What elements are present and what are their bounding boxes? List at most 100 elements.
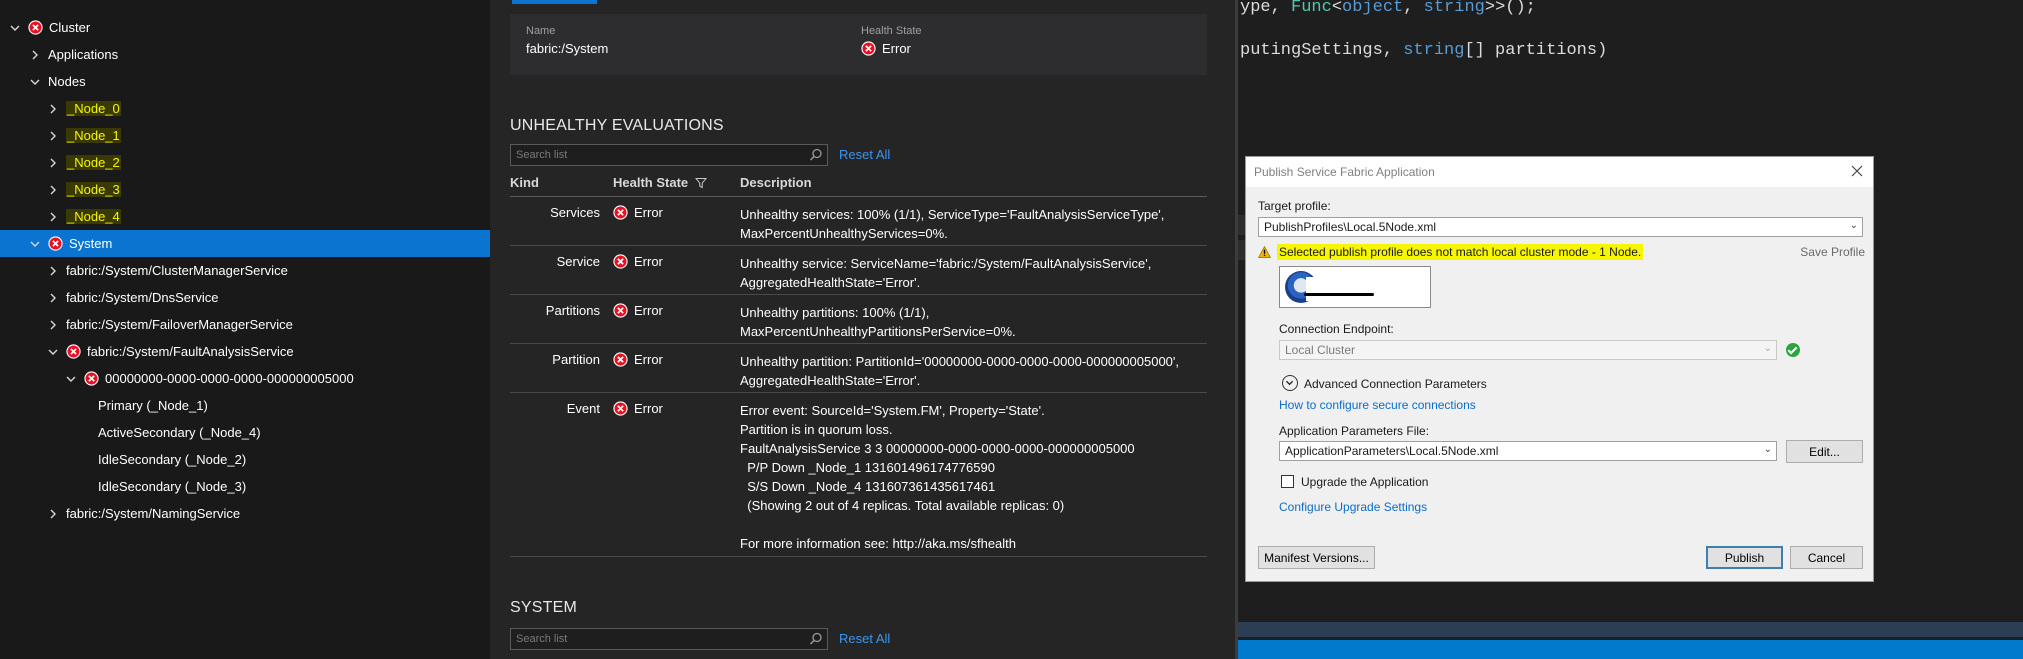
table-row: Service Error Unhealthy service: ServiceNa… xyxy=(510,246,1207,295)
active-tab-indicator xyxy=(512,0,597,4)
secure-connections-link[interactable]: How to configure secure connections xyxy=(1279,398,1476,412)
error-icon xyxy=(613,254,628,269)
tree-item[interactable]: Nodes xyxy=(0,68,490,95)
system-section-title: SYSTEM xyxy=(510,599,577,616)
tree-item[interactable]: Applications xyxy=(0,41,490,68)
upgrade-label[interactable]: Upgrade the Application xyxy=(1301,475,1428,489)
unhealthy-evaluations-title: UNHEALTHY EVALUATIONS xyxy=(510,117,724,134)
publish-button[interactable]: Publish xyxy=(1706,546,1783,569)
connected-check-icon xyxy=(1786,343,1800,357)
tree-item[interactable]: _Node_0 xyxy=(0,95,490,122)
health-cell-text: Error xyxy=(634,303,663,318)
tree-item-label: 00000000-0000-0000-0000-000000005000 xyxy=(105,371,354,386)
chevron-down-icon[interactable] xyxy=(8,21,22,35)
tree-item-label: Cluster xyxy=(49,20,91,35)
tree-item[interactable]: _Node_3 xyxy=(0,176,490,203)
edit-button[interactable]: Edit... xyxy=(1786,440,1863,463)
tree-item[interactable]: fabric:/System/FailoverManagerService xyxy=(0,311,490,338)
system-search-box[interactable] xyxy=(510,628,828,650)
chevron-right-icon[interactable] xyxy=(46,156,60,170)
chevron-right-icon[interactable] xyxy=(28,48,42,62)
tree-item[interactable]: fabric:/System/FaultAnalysisService xyxy=(0,338,490,365)
manifest-versions-button[interactable]: Manifest Versions... xyxy=(1258,546,1375,569)
configure-upgrade-link[interactable]: Configure Upgrade Settings xyxy=(1279,500,1427,514)
kind-column-header[interactable]: Kind xyxy=(510,175,539,190)
chevron-right-icon[interactable] xyxy=(46,291,60,305)
tree-item[interactable]: _Node_4 xyxy=(0,203,490,230)
chevron-down-icon[interactable] xyxy=(46,345,60,359)
chevron-right-icon[interactable] xyxy=(46,318,60,332)
app-params-select[interactable]: ApplicationParameters\Local.5Node.xml ⌄ xyxy=(1279,441,1777,461)
tree-item[interactable]: fabric:/System/ClusterManagerService xyxy=(0,257,490,284)
filter-icon[interactable] xyxy=(695,177,708,189)
chevron-right-icon[interactable] xyxy=(46,102,60,116)
dialog-title-bar: Publish Service Fabric Application xyxy=(1246,157,1873,187)
health-cell-text: Error xyxy=(634,352,663,367)
code-line-2: putingSettings, string[] partitions) xyxy=(1240,41,1608,60)
chevron-right-icon[interactable] xyxy=(46,210,60,224)
error-icon xyxy=(613,205,628,220)
tree-item[interactable]: 00000000-0000-0000-0000-000000005000 xyxy=(0,365,490,392)
tree-item[interactable]: _Node_1 xyxy=(0,122,490,149)
unhealthy-search-box[interactable] xyxy=(510,144,828,166)
health-cell: Error xyxy=(613,254,663,269)
connection-endpoint-label: Connection Endpoint: xyxy=(1279,322,1394,336)
unhealthy-table-header: Kind Health State Description xyxy=(510,171,1207,197)
error-icon xyxy=(613,303,628,318)
tree-item-label: fabric:/System/FailoverManagerService xyxy=(66,317,293,332)
chevron-down-icon: ⌄ xyxy=(1849,220,1858,231)
tree-item[interactable]: IdleSecondary (_Node_2) xyxy=(0,446,490,473)
health-column-header-label: Health State xyxy=(613,175,689,190)
chevron-right-icon[interactable] xyxy=(46,183,60,197)
save-profile-button[interactable]: Save Profile xyxy=(1800,245,1865,259)
name-value: fabric:/System xyxy=(526,41,609,56)
health-column-header[interactable]: Health State xyxy=(613,175,708,190)
kind-cell: Event xyxy=(566,401,600,416)
advanced-connection-label[interactable]: Advanced Connection Parameters xyxy=(1304,377,1487,391)
kind-cell: Partition xyxy=(552,352,600,367)
upgrade-checkbox[interactable] xyxy=(1281,475,1294,488)
health-cell-text: Error xyxy=(634,401,663,416)
chevron-right-icon[interactable] xyxy=(46,264,60,278)
tree-item-label: fabric:/System/ClusterManagerService xyxy=(66,263,288,278)
tree-item-label: _Node_3 xyxy=(66,182,121,197)
account-picker[interactable] xyxy=(1279,266,1431,308)
tree-item[interactable]: fabric:/System/DnsService xyxy=(0,284,490,311)
system-reset-all-link[interactable]: Reset All xyxy=(839,631,890,646)
health-cell: Error xyxy=(613,401,663,416)
tree-item[interactable]: ActiveSecondary (_Node_4) xyxy=(0,419,490,446)
cancel-button[interactable]: Cancel xyxy=(1790,546,1863,569)
health-cell-text: Error xyxy=(634,254,663,269)
tree-item[interactable]: Primary (_Node_1) xyxy=(0,392,490,419)
description-column-header[interactable]: Description xyxy=(740,175,812,190)
chevron-down-icon[interactable] xyxy=(28,75,42,89)
unhealthy-search-input[interactable] xyxy=(511,145,801,165)
expand-advanced-icon[interactable] xyxy=(1282,375,1298,391)
unhealthy-reset-all-link[interactable]: Reset All xyxy=(839,147,890,162)
target-profile-value: PublishProfiles\Local.5Node.xml xyxy=(1264,220,1437,234)
chevron-right-icon[interactable] xyxy=(46,129,60,143)
system-search-input[interactable] xyxy=(511,629,801,649)
tree-item[interactable]: _Node_2 xyxy=(0,149,490,176)
chevron-down-icon[interactable] xyxy=(28,237,42,251)
search-icon xyxy=(809,148,822,161)
tree-item-label: Primary (_Node_1) xyxy=(98,398,208,413)
health-state-value: Error xyxy=(861,41,911,56)
tree-item-label: fabric:/System/NamingService xyxy=(66,506,241,521)
tree-item[interactable]: System xyxy=(0,230,490,257)
error-icon xyxy=(861,41,876,56)
error-icon xyxy=(48,236,63,251)
close-icon[interactable] xyxy=(1849,163,1865,179)
chevron-right-icon[interactable] xyxy=(46,507,60,521)
tree-item[interactable]: Cluster xyxy=(0,14,490,41)
details-panel: Name fabric:/System Health State Error U… xyxy=(490,0,1235,659)
description-cell: Unhealthy partition: PartitionId='000000… xyxy=(740,354,1179,388)
tree-item-label: System xyxy=(69,236,113,251)
description-cell: Unhealthy services: 100% (1/1), ServiceT… xyxy=(740,207,1165,241)
error-icon xyxy=(613,352,628,367)
chevron-down-icon[interactable] xyxy=(64,372,78,386)
target-profile-select[interactable]: PublishProfiles\Local.5Node.xml ⌄ xyxy=(1258,217,1863,237)
tree-item[interactable]: fabric:/System/NamingService xyxy=(0,500,490,527)
tree-item[interactable]: IdleSecondary (_Node_3) xyxy=(0,473,490,500)
connection-endpoint-select[interactable]: Local Cluster ⌄ xyxy=(1279,340,1777,360)
